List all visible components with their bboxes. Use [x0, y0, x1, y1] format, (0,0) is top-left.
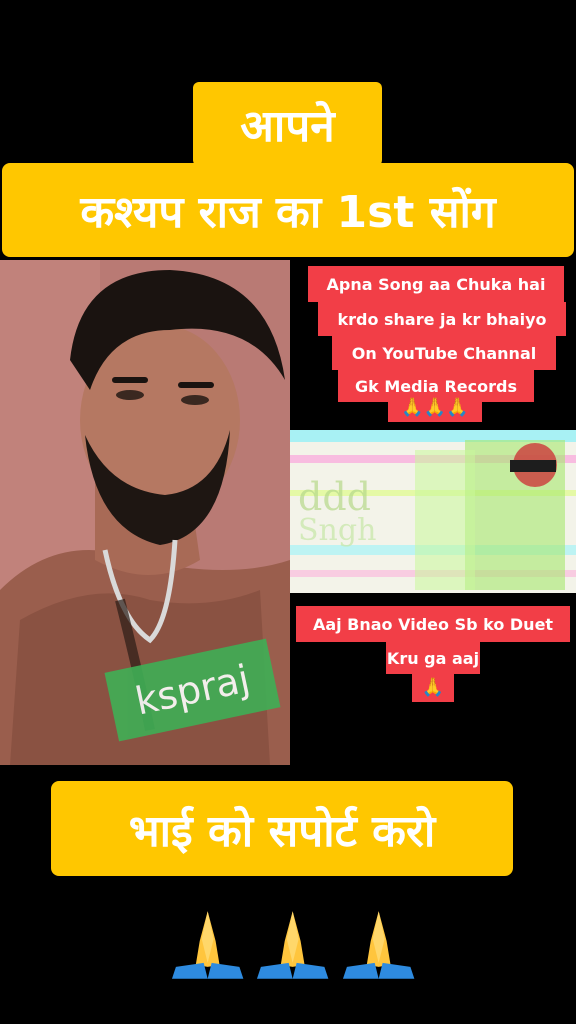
- info-line-3: On YouTube Channal: [332, 336, 556, 370]
- watermark-text: kspraj: [131, 656, 254, 724]
- title-line-2: कश्यप राज का 1st सोंग: [80, 187, 496, 238]
- folded-hands-icon: [342, 911, 415, 979]
- duet-line-1: Aaj Bnao Video Sb ko Duet: [296, 606, 570, 642]
- support-text: भाई को सपोर्ट करो: [128, 805, 436, 857]
- info-pray-box: 🙏🙏🙏: [388, 392, 482, 422]
- folded-hands-icon: 🙏🙏🙏: [401, 396, 469, 418]
- video-thumbnail: ddd Sngh: [290, 430, 576, 593]
- thumbnail-glitch-art: ddd Sngh: [290, 430, 576, 593]
- duet-pray-box: 🙏: [412, 672, 454, 702]
- folded-hands-icon: [257, 911, 329, 979]
- info-line-3-text: On YouTube Channal: [351, 343, 537, 363]
- info-line-1: Apna Song aa Chuka hai: [308, 266, 564, 302]
- selfie-photo: kspraj: [0, 260, 290, 765]
- title-main-badge: कश्यप राज का 1st सोंग: [2, 163, 574, 257]
- info-line-1-text: Apna Song aa Chuka hai: [326, 274, 546, 294]
- duet-line-1-text: Aaj Bnao Video Sb ko Duet: [312, 614, 554, 634]
- title-line-1: आपने: [240, 101, 335, 152]
- support-banner: भाई को सपोर्ट करो: [51, 781, 513, 876]
- info-line-2-text: krdo share ja kr bhaiyo: [337, 309, 547, 329]
- info-line-2: krdo share ja kr bhaiyo: [318, 302, 566, 336]
- folded-hands-icon: [171, 911, 244, 979]
- duet-line-2-text: Kru ga aaj: [386, 648, 480, 668]
- svg-text:Sngh: Sngh: [298, 513, 376, 548]
- prayer-emoji-row: [168, 905, 418, 985]
- folded-hands-icon: 🙏: [421, 676, 445, 698]
- duet-line-2: Kru ga aaj: [386, 642, 480, 674]
- title-top-badge: आपने: [193, 82, 382, 166]
